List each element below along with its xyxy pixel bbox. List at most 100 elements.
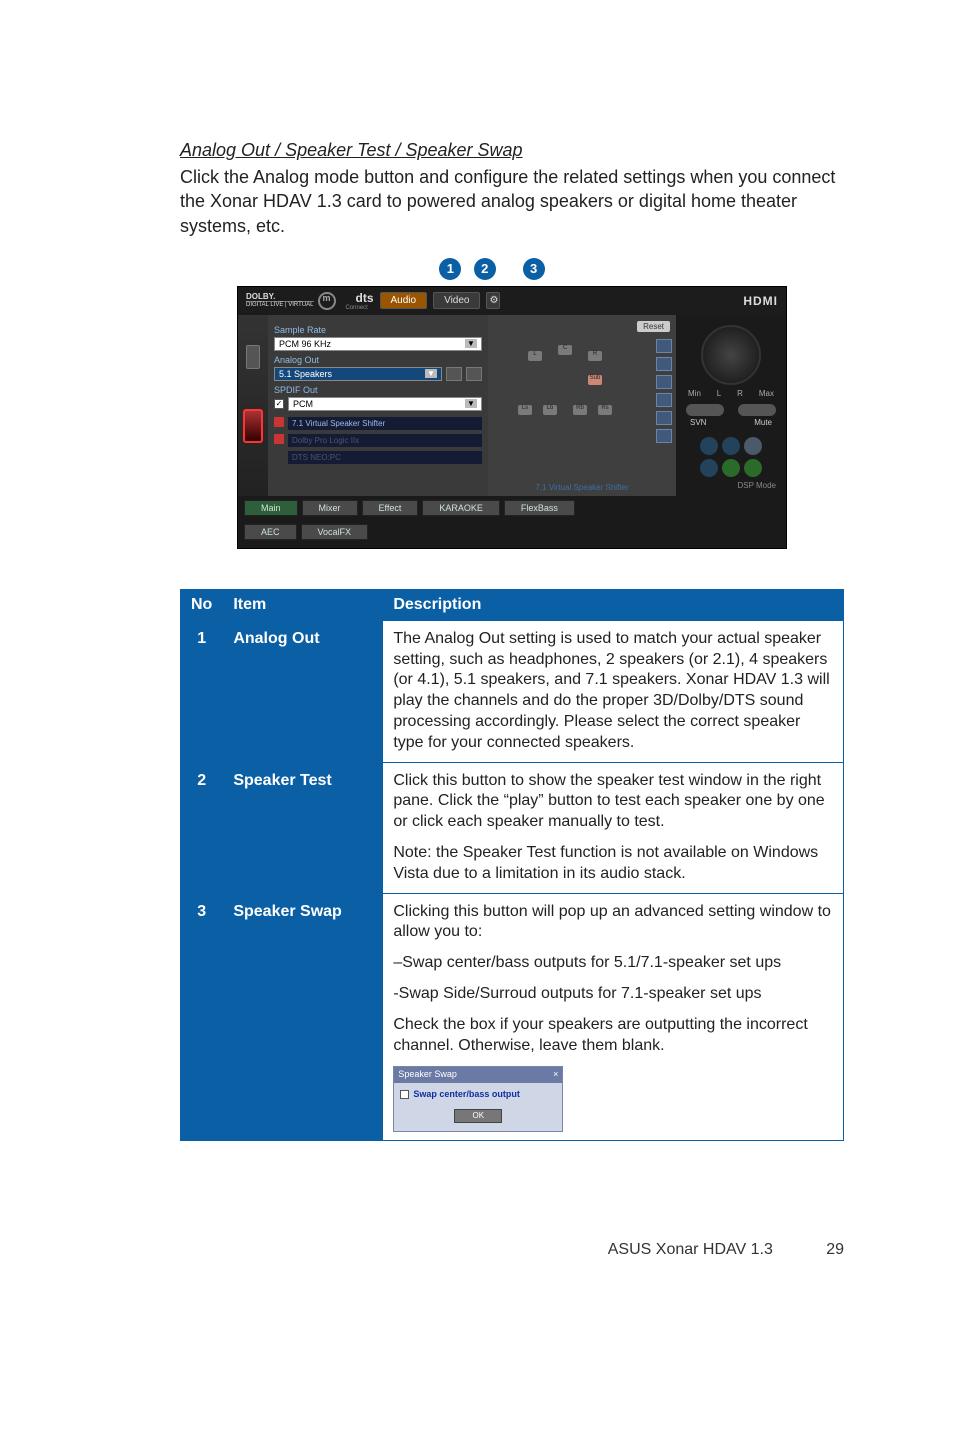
row3-desc: Clicking this button will pop up an adva… bbox=[383, 893, 844, 1141]
feature-indicator-icon bbox=[274, 417, 284, 427]
bottom-tab-main[interactable]: Main bbox=[244, 500, 298, 516]
dts-title: dts bbox=[356, 291, 374, 305]
table-header-item: Item bbox=[223, 589, 383, 620]
speaker-swap-icon[interactable] bbox=[466, 367, 482, 381]
chevron-down-icon: ▼ bbox=[465, 339, 477, 348]
speaker-swap-dialog: Speaker Swap × Swap center/bass output O… bbox=[393, 1066, 563, 1132]
row2-no: 2 bbox=[181, 762, 223, 893]
room-tool-icon[interactable] bbox=[656, 375, 672, 389]
section-heading: Analog Out / Speaker Test / Speaker Swap bbox=[180, 140, 844, 161]
room-tool-icon[interactable] bbox=[656, 339, 672, 353]
close-icon[interactable]: × bbox=[553, 1069, 558, 1081]
feature-indicator-icon bbox=[274, 434, 284, 444]
dsp-mode-icon[interactable] bbox=[700, 437, 718, 455]
spdif-checkbox[interactable]: ✓ bbox=[274, 399, 284, 409]
knob-min-label: Min bbox=[688, 389, 701, 398]
dsp-mode-icon[interactable] bbox=[722, 459, 740, 477]
table-header-desc: Description bbox=[383, 589, 844, 620]
settings-gear-icon[interactable]: ⚙ bbox=[486, 292, 500, 309]
speaker-test-icon[interactable] bbox=[446, 367, 462, 381]
row2-desc-p1: Click this button to show the speaker te… bbox=[393, 771, 833, 833]
bottom-tab-mixer[interactable]: Mixer bbox=[302, 500, 358, 516]
svn-label: SVN bbox=[690, 418, 706, 427]
dts-subtitle: Connect bbox=[346, 305, 374, 311]
tab-audio[interactable]: Audio bbox=[380, 292, 428, 309]
callout-row: 1 2 3 bbox=[140, 258, 844, 280]
knob-l-label: L bbox=[717, 389, 721, 398]
row3-item: Speaker Swap bbox=[223, 893, 383, 1141]
svn-toggle[interactable] bbox=[686, 404, 724, 416]
callout-3: 3 bbox=[523, 258, 545, 280]
swap-dialog-title: Speaker Swap bbox=[398, 1069, 457, 1081]
spdif-select[interactable]: PCM ▼ bbox=[288, 397, 482, 411]
room-tool-icon[interactable] bbox=[656, 411, 672, 425]
table-row: 1 Analog Out The Analog Out setting is u… bbox=[181, 620, 844, 762]
speaker-l[interactable]: L bbox=[528, 351, 542, 361]
analog-out-value: 5.1 Speakers bbox=[279, 369, 332, 379]
dolby-logo: DOLBY. DIGITAL LIVE | VIRTUAL bbox=[246, 293, 314, 308]
row1-no: 1 bbox=[181, 620, 223, 762]
feature-virtual-shifter[interactable]: 7.1 Virtual Speaker Shifter bbox=[288, 417, 482, 430]
speaker-sub[interactable]: Sub bbox=[588, 375, 602, 385]
row1-desc: The Analog Out setting is used to match … bbox=[383, 620, 844, 762]
callout-1: 1 bbox=[439, 258, 461, 280]
footer-product: ASUS Xonar HDAV 1.3 bbox=[608, 1241, 773, 1258]
room-tool-icon[interactable] bbox=[656, 357, 672, 371]
left-sidebar bbox=[238, 315, 268, 496]
sample-rate-label: Sample Rate bbox=[274, 325, 482, 335]
footer-page-number: 29 bbox=[826, 1241, 844, 1258]
reset-button[interactable]: Reset bbox=[637, 321, 670, 332]
volume-panel: Min L R Max SVN Mute bbox=[676, 315, 786, 496]
dsp-mode-icon[interactable] bbox=[722, 437, 740, 455]
speaker-rs[interactable]: Rs bbox=[598, 405, 612, 415]
row3-desc-p1: Clicking this button will pop up an adva… bbox=[393, 902, 833, 944]
speaker-rb[interactable]: Rb bbox=[573, 405, 587, 415]
row2-item: Speaker Test bbox=[223, 762, 383, 893]
chevron-down-icon: ▼ bbox=[465, 399, 477, 408]
bottom-tab-aec[interactable]: AEC bbox=[244, 524, 297, 540]
dsp-mode-icon[interactable] bbox=[744, 437, 762, 455]
mute-toggle[interactable] bbox=[738, 404, 776, 416]
m-logo-icon bbox=[318, 292, 336, 310]
room-side-icons bbox=[656, 339, 672, 443]
bottom-tab-karaoke[interactable]: KARAOKE bbox=[422, 500, 500, 516]
table-row: 3 Speaker Swap Clicking this button will… bbox=[181, 893, 844, 1141]
bottom-tab-vocalfx[interactable]: VocalFX bbox=[301, 524, 369, 540]
knob-max-label: Max bbox=[759, 389, 774, 398]
analog-out-label: Analog Out bbox=[274, 355, 482, 365]
speaker-r[interactable]: R bbox=[588, 351, 602, 361]
page-footer: ASUS Xonar HDAV 1.3 29 bbox=[0, 1201, 954, 1289]
speaker-ls[interactable]: Ls bbox=[518, 405, 532, 415]
bottom-tab-effect[interactable]: Effect bbox=[362, 500, 419, 516]
feature-dolby-prologic[interactable]: Dolby Pro Logic IIx bbox=[288, 434, 482, 447]
tab-video[interactable]: Video bbox=[433, 292, 480, 309]
description-table: No Item Description 1 Analog Out The Ana… bbox=[180, 589, 844, 1141]
room-tool-icon[interactable] bbox=[656, 393, 672, 407]
swap-ok-button[interactable]: OK bbox=[454, 1109, 502, 1123]
row3-desc-p2: –Swap center/bass outputs for 5.1/7.1-sp… bbox=[393, 953, 833, 974]
sample-rate-select[interactable]: PCM 96 KHz ▼ bbox=[274, 337, 482, 351]
dsp-mode-icon[interactable] bbox=[700, 459, 718, 477]
swap-center-bass-checkbox[interactable] bbox=[400, 1090, 409, 1099]
dolby-title: DOLBY. bbox=[246, 293, 314, 301]
speaker-c[interactable]: C bbox=[558, 345, 572, 355]
speaker-room-pane: Reset L C R Sub Ls Rs Lb Rb 7.1 Virtual … bbox=[488, 315, 676, 496]
intro-paragraph: Click the Analog mode button and configu… bbox=[180, 165, 844, 238]
speaker-selected-icon[interactable] bbox=[243, 409, 263, 443]
dsp-mode-icon[interactable] bbox=[744, 459, 762, 477]
volume-knob[interactable] bbox=[701, 325, 761, 385]
dolby-subtitle: DIGITAL LIVE | VIRTUAL bbox=[246, 301, 314, 308]
speaker-lb[interactable]: Lb bbox=[543, 405, 557, 415]
analog-out-select[interactable]: 5.1 Speakers ▼ bbox=[274, 367, 442, 381]
settings-panel: Sample Rate PCM 96 KHz ▼ Analog Out 5.1 … bbox=[268, 315, 488, 496]
bottom-tab-flexbass[interactable]: FlexBass bbox=[504, 500, 575, 516]
dts-logo: dts Connect bbox=[346, 291, 374, 311]
mute-label: Mute bbox=[754, 418, 772, 427]
spdif-value: PCM bbox=[293, 399, 313, 409]
chevron-down-icon: ▼ bbox=[425, 369, 437, 378]
table-row: 2 Speaker Test Click this button to show… bbox=[181, 762, 844, 893]
spdif-out-label: SPDIF Out bbox=[274, 385, 482, 395]
feature-dts-neo[interactable]: DTS NEO:PC bbox=[288, 451, 482, 464]
dolby-sub-left: DIGITAL LIVE bbox=[246, 302, 283, 308]
room-tool-icon[interactable] bbox=[656, 429, 672, 443]
